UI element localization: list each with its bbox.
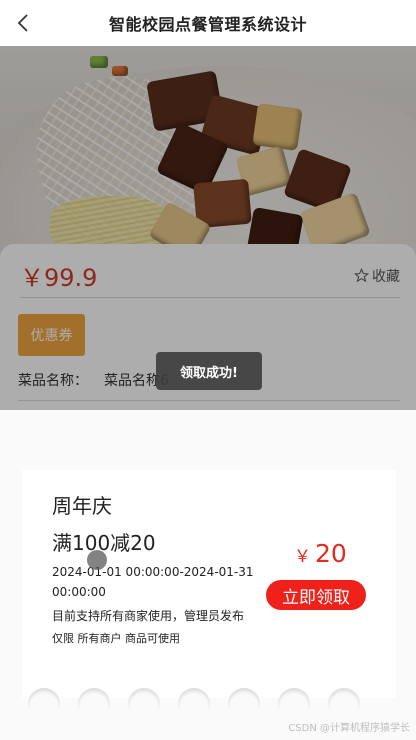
scallop [128, 688, 160, 710]
page-title: 智能校园点餐管理系统设计 [108, 15, 307, 34]
currency-symbol: ￥ [294, 547, 311, 567]
coupon-sheet: 周年庆 满100减20 2024-01-01 00:00:00-2024-01-… [0, 410, 416, 740]
success-toast: 领取成功! [156, 352, 262, 390]
scallop [328, 688, 360, 710]
watermark: CSDN @计算机程序猿学长 [288, 723, 410, 734]
scallop [178, 688, 210, 710]
coupon-rule: 满100减20 [52, 531, 156, 555]
back-arrow-icon[interactable] [10, 10, 36, 36]
coupon-description: 目前支持所有商家使用，管理员发布 [52, 609, 245, 623]
touch-indicator [87, 550, 107, 570]
coupon-card: 周年庆 满100减20 2024-01-01 00:00:00-2024-01-… [22, 470, 396, 698]
coupon-name: 周年庆 [52, 494, 112, 518]
coupon-info: 周年庆 满100减20 2024-01-01 00:00:00-2024-01-… [52, 490, 272, 646]
coupon-amount: ￥ 20 [294, 539, 347, 568]
scallop [228, 688, 260, 710]
coupon-scalloped-edge [22, 680, 396, 710]
coupon-validity: 2024-01-01 00:00:00-2024-01-31 00:00:00 [52, 565, 254, 599]
scallop [28, 688, 60, 710]
claim-coupon-button[interactable]: 立即领取 [266, 580, 366, 610]
scallop [78, 688, 110, 710]
scallop [278, 688, 310, 710]
amount-value: 20 [315, 539, 347, 568]
coupon-limit: 仅限 所有商户 商品可使用 [52, 632, 180, 645]
nav-bar: 智能校园点餐管理系统设计 [0, 0, 416, 46]
